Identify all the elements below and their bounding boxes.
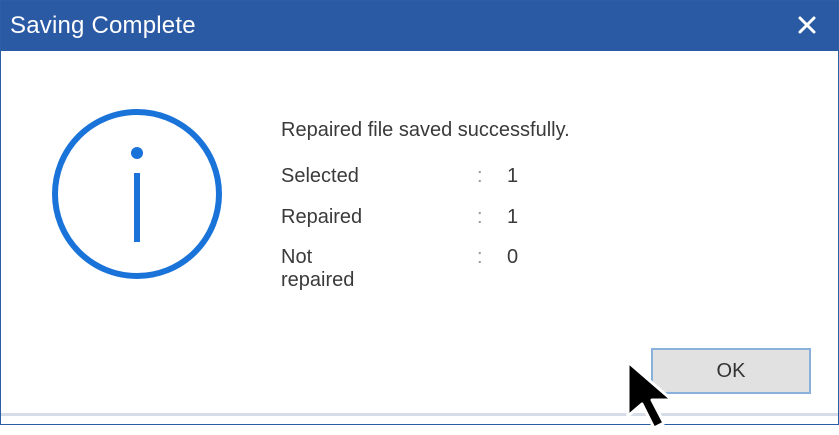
title-bar[interactable]: Saving Complete — [1, 1, 838, 51]
stat-label: Selected — [281, 165, 359, 187]
success-message: Repaired file saved successfully. — [281, 119, 570, 141]
saving-complete-dialog: Saving Complete Repaired file saved succ… — [0, 0, 839, 425]
close-icon[interactable] — [796, 10, 820, 38]
bottom-divider — [1, 413, 838, 416]
stat-separator: : — [477, 205, 483, 228]
info-icon — [49, 106, 225, 282]
stat-label: Not repaired — [281, 246, 355, 291]
stat-separator: : — [477, 165, 483, 187]
stat-value: 1 — [507, 205, 519, 228]
stat-separator: : — [477, 246, 483, 268]
mouse-pointer-icon — [626, 360, 696, 430]
stat-value: 1 — [507, 165, 519, 187]
stat-value: 0 — [507, 246, 519, 268]
dialog-title: Saving Complete — [10, 12, 196, 39]
stat-label: Repaired — [281, 205, 363, 228]
